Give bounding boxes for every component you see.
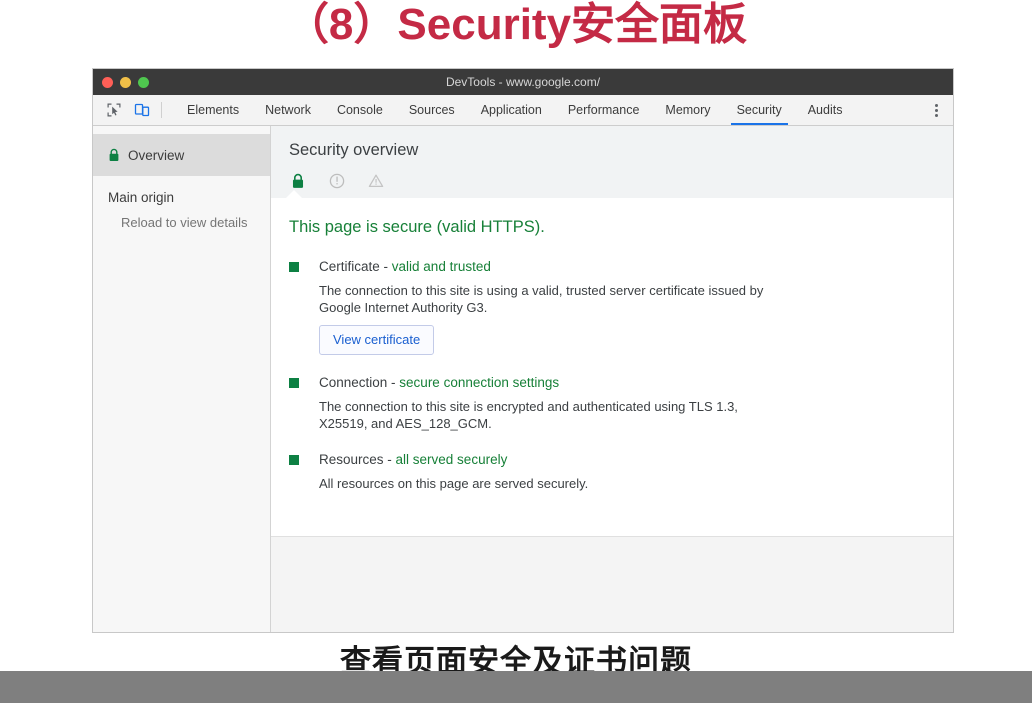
certificate-description: The connection to this site is using a v… bbox=[319, 283, 764, 315]
status-bullet-icon bbox=[289, 262, 299, 272]
tab-audits[interactable]: Audits bbox=[795, 95, 856, 125]
security-overview-header: Security overview bbox=[271, 126, 953, 199]
tab-security[interactable]: Security bbox=[724, 95, 795, 125]
green-lock-icon bbox=[108, 148, 120, 162]
tab-sources[interactable]: Sources bbox=[396, 95, 468, 125]
security-details: This page is secure (valid HTTPS). Certi… bbox=[271, 198, 953, 536]
tab-console[interactable]: Console bbox=[324, 95, 396, 125]
window-title: DevTools - www.google.com/ bbox=[445, 75, 601, 89]
tab-elements[interactable]: Elements bbox=[174, 95, 252, 125]
security-section-certificate: Certificate - valid and trusted The conn… bbox=[289, 258, 953, 355]
security-sidebar: Overview Main origin Reload to view deta… bbox=[93, 126, 271, 632]
secure-status-message: This page is secure (valid HTTPS). bbox=[289, 218, 545, 236]
kebab-menu-icon[interactable] bbox=[928, 101, 944, 119]
security-panel-body: Overview Main origin Reload to view deta… bbox=[93, 126, 953, 632]
devtools-tabstrip: Elements Network Console Sources Applica… bbox=[93, 95, 953, 126]
devtools-window: DevTools - www.google.com/ Elements Netw… bbox=[92, 68, 954, 633]
security-content-footer bbox=[271, 536, 953, 632]
sidebar-item-overview[interactable]: Overview bbox=[93, 134, 270, 176]
resources-heading-label: Resources - bbox=[319, 452, 396, 467]
connection-status: secure connection settings bbox=[399, 375, 560, 390]
status-bullet-icon bbox=[289, 455, 299, 465]
status-bullet-icon bbox=[289, 378, 299, 388]
view-certificate-button[interactable]: View certificate bbox=[319, 325, 435, 355]
window-titlebar: DevTools - www.google.com/ bbox=[93, 69, 953, 95]
security-content: Security overview This page is secure (v… bbox=[271, 126, 953, 632]
certificate-heading: Certificate - valid and trusted bbox=[319, 258, 953, 276]
inspect-element-icon[interactable] bbox=[105, 101, 123, 119]
devtools-tool-icons bbox=[93, 95, 159, 125]
slide-title: （8）Security安全面板 bbox=[284, 0, 748, 49]
minimize-window-button[interactable] bbox=[120, 76, 131, 88]
sidebar-item-overview-label: Overview bbox=[128, 147, 185, 163]
tabstrip-right bbox=[915, 95, 953, 125]
connection-heading-label: Connection - bbox=[319, 375, 400, 390]
toolbar-divider bbox=[161, 102, 162, 118]
sidebar-reload-hint[interactable]: Reload to view details bbox=[93, 205, 270, 230]
certificate-status: valid and trusted bbox=[391, 259, 491, 274]
lock-icon[interactable] bbox=[289, 172, 307, 190]
tab-memory[interactable]: Memory bbox=[652, 95, 723, 125]
selected-summary-notch bbox=[285, 190, 303, 199]
resources-status: all served securely bbox=[395, 452, 508, 467]
security-section-resources: Resources - all served securely All reso… bbox=[289, 451, 953, 492]
security-summary-icons bbox=[289, 172, 953, 190]
resources-heading: Resources - all served securely bbox=[319, 451, 953, 469]
traffic-lights bbox=[93, 76, 149, 88]
resources-description: All resources on this page are served se… bbox=[319, 476, 589, 491]
warning-triangle-icon[interactable] bbox=[367, 172, 385, 190]
tab-application[interactable]: Application bbox=[468, 95, 555, 125]
tab-performance[interactable]: Performance bbox=[555, 95, 653, 125]
maximize-window-button[interactable] bbox=[138, 76, 149, 88]
device-toolbar-icon[interactable] bbox=[133, 101, 151, 119]
sidebar-group-main-origin: Main origin bbox=[108, 190, 175, 205]
devtools-tabs: Elements Network Console Sources Applica… bbox=[164, 95, 915, 125]
security-section-connection: Connection - secure connection settings … bbox=[289, 374, 953, 432]
info-circle-icon[interactable] bbox=[328, 172, 346, 190]
tab-network[interactable]: Network bbox=[252, 95, 324, 125]
bottom-overlay-bar bbox=[0, 671, 1032, 703]
certificate-heading-label: Certificate - bbox=[319, 259, 392, 274]
close-window-button[interactable] bbox=[102, 76, 113, 88]
connection-description: The connection to this site is encrypted… bbox=[319, 399, 738, 431]
connection-heading: Connection - secure connection settings bbox=[319, 374, 953, 392]
page-title: Security overview bbox=[289, 141, 419, 159]
